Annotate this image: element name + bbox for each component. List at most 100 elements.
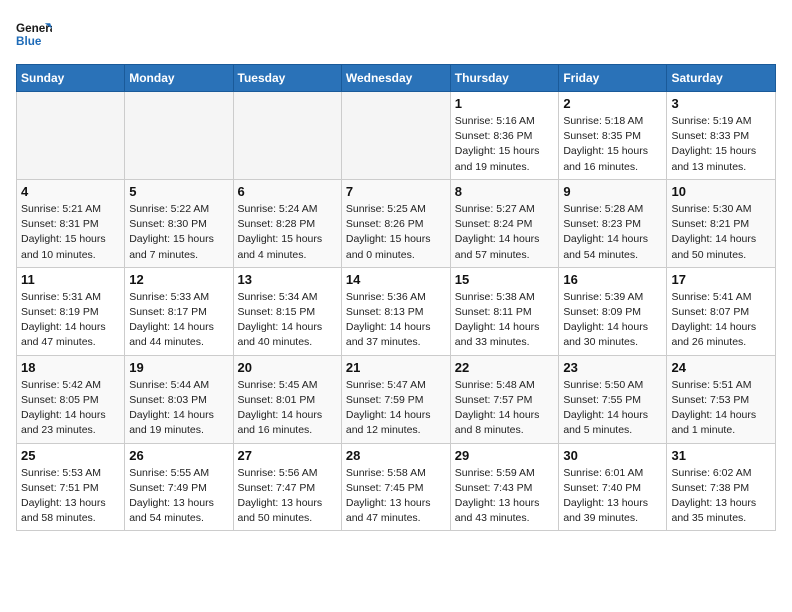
- calendar-cell: 14 Sunrise: 5:36 AMSunset: 8:13 PMDayligh…: [341, 267, 450, 355]
- calendar-cell: [341, 92, 450, 180]
- weekday-header-row: SundayMondayTuesdayWednesdayThursdayFrid…: [17, 65, 776, 92]
- calendar-cell: 5 Sunrise: 5:22 AMSunset: 8:30 PMDaylight…: [125, 179, 233, 267]
- calendar-cell: 8 Sunrise: 5:27 AMSunset: 8:24 PMDaylight…: [450, 179, 559, 267]
- weekday-thursday: Thursday: [450, 65, 559, 92]
- weekday-wednesday: Wednesday: [341, 65, 450, 92]
- page-header: General Blue: [16, 16, 776, 52]
- day-number: 21: [346, 360, 446, 375]
- day-number: 20: [238, 360, 337, 375]
- calendar-cell: 13Sunrise: 5:34 AMSunset: 8:15 PMDayligh…: [233, 267, 341, 355]
- week-row-3: 11 Sunrise: 5:31 AMSunset: 8:19 PMDayligh…: [17, 267, 776, 355]
- calendar-cell: [233, 92, 341, 180]
- day-info: Sunrise: 5:24 AMSunset: 8:28 PMDaylight:…: [238, 202, 337, 263]
- week-row-5: 25Sunrise: 5:53 AMSunset: 7:51 PMDayligh…: [17, 443, 776, 531]
- day-info: Sunrise: 5:30 AMSunset: 8:21 PMDaylight:…: [671, 202, 771, 263]
- day-number: 10: [671, 184, 771, 199]
- calendar-cell: 25Sunrise: 5:53 AMSunset: 7:51 PMDayligh…: [17, 443, 125, 531]
- day-number: 4: [21, 184, 120, 199]
- day-number: 14: [346, 272, 446, 287]
- day-info: Sunrise: 5:27 AMSunset: 8:24 PMDaylight:…: [455, 202, 555, 263]
- day-number: 28: [346, 448, 446, 463]
- calendar-table: SundayMondayTuesdayWednesdayThursdayFrid…: [16, 64, 776, 531]
- day-number: 12: [129, 272, 228, 287]
- day-number: 6: [238, 184, 337, 199]
- day-info: Sunrise: 5:31 AMSunset: 8:19 PMDaylight:…: [21, 290, 120, 351]
- day-info: Sunrise: 5:44 AMSunset: 8:03 PMDaylight:…: [129, 378, 228, 439]
- day-number: 26: [129, 448, 228, 463]
- day-number: 18: [21, 360, 120, 375]
- calendar-cell: 21 Sunrise: 5:47 AMSunset: 7:59 PMDayligh…: [341, 355, 450, 443]
- day-info: Sunrise: 5:19 AMSunset: 8:33 PMDaylight:…: [671, 114, 771, 175]
- weekday-friday: Friday: [559, 65, 667, 92]
- day-number: 3: [671, 96, 771, 111]
- calendar-cell: 16Sunrise: 5:39 AMSunset: 8:09 PMDayligh…: [559, 267, 667, 355]
- calendar-cell: 7 Sunrise: 5:25 AMSunset: 8:26 PMDaylight…: [341, 179, 450, 267]
- day-info: Sunrise: 5:21 AMSunset: 8:31 PMDaylight:…: [21, 202, 120, 263]
- calendar-cell: 11 Sunrise: 5:31 AMSunset: 8:19 PMDayligh…: [17, 267, 125, 355]
- week-row-1: 1 Sunrise: 5:16 AMSunset: 8:36 PMDaylight…: [17, 92, 776, 180]
- day-number: 5: [129, 184, 228, 199]
- calendar-cell: 6 Sunrise: 5:24 AMSunset: 8:28 PMDaylight…: [233, 179, 341, 267]
- calendar-cell: 26 Sunrise: 5:55 AMSunset: 7:49 PMDayligh…: [125, 443, 233, 531]
- day-info: Sunrise: 5:28 AMSunset: 8:23 PMDaylight:…: [563, 202, 662, 263]
- weekday-tuesday: Tuesday: [233, 65, 341, 92]
- day-number: 30: [563, 448, 662, 463]
- day-number: 11: [21, 272, 120, 287]
- week-row-2: 4 Sunrise: 5:21 AMSunset: 8:31 PMDaylight…: [17, 179, 776, 267]
- day-info: Sunrise: 5:34 AMSunset: 8:15 PMDaylight:…: [238, 290, 337, 351]
- svg-text:Blue: Blue: [16, 35, 42, 48]
- day-info: Sunrise: 6:01 AMSunset: 7:40 PMDaylight:…: [563, 466, 662, 527]
- weekday-saturday: Saturday: [667, 65, 776, 92]
- calendar-cell: 30 Sunrise: 6:01 AMSunset: 7:40 PMDayligh…: [559, 443, 667, 531]
- day-info: Sunrise: 5:50 AMSunset: 7:55 PMDaylight:…: [563, 378, 662, 439]
- day-info: Sunrise: 5:41 AMSunset: 8:07 PMDaylight:…: [671, 290, 771, 351]
- day-info: Sunrise: 5:16 AMSunset: 8:36 PMDaylight:…: [455, 114, 555, 175]
- day-info: Sunrise: 5:33 AMSunset: 8:17 PMDaylight:…: [129, 290, 228, 351]
- day-info: Sunrise: 5:55 AMSunset: 7:49 PMDaylight:…: [129, 466, 228, 527]
- logo: General Blue: [16, 16, 52, 52]
- calendar-cell: 20 Sunrise: 5:45 AMSunset: 8:01 PMDayligh…: [233, 355, 341, 443]
- calendar-cell: 29 Sunrise: 5:59 AMSunset: 7:43 PMDayligh…: [450, 443, 559, 531]
- calendar-cell: 15 Sunrise: 5:38 AMSunset: 8:11 PMDayligh…: [450, 267, 559, 355]
- day-info: Sunrise: 5:47 AMSunset: 7:59 PMDaylight:…: [346, 378, 446, 439]
- calendar-cell: 10 Sunrise: 5:30 AMSunset: 8:21 PMDayligh…: [667, 179, 776, 267]
- day-number: 23: [563, 360, 662, 375]
- day-info: Sunrise: 5:45 AMSunset: 8:01 PMDaylight:…: [238, 378, 337, 439]
- calendar-cell: 4 Sunrise: 5:21 AMSunset: 8:31 PMDaylight…: [17, 179, 125, 267]
- day-info: Sunrise: 5:38 AMSunset: 8:11 PMDaylight:…: [455, 290, 555, 351]
- day-number: 7: [346, 184, 446, 199]
- day-info: Sunrise: 5:48 AMSunset: 7:57 PMDaylight:…: [455, 378, 555, 439]
- calendar-cell: 1 Sunrise: 5:16 AMSunset: 8:36 PMDaylight…: [450, 92, 559, 180]
- day-number: 1: [455, 96, 555, 111]
- day-number: 8: [455, 184, 555, 199]
- calendar-cell: 2 Sunrise: 5:18 AMSunset: 8:35 PMDaylight…: [559, 92, 667, 180]
- day-number: 15: [455, 272, 555, 287]
- calendar-cell: 31 Sunrise: 6:02 AMSunset: 7:38 PMDayligh…: [667, 443, 776, 531]
- calendar-cell: 17 Sunrise: 5:41 AMSunset: 8:07 PMDayligh…: [667, 267, 776, 355]
- calendar-cell: 22 Sunrise: 5:48 AMSunset: 7:57 PMDayligh…: [450, 355, 559, 443]
- day-number: 31: [671, 448, 771, 463]
- day-info: Sunrise: 5:25 AMSunset: 8:26 PMDaylight:…: [346, 202, 446, 263]
- day-info: Sunrise: 5:59 AMSunset: 7:43 PMDaylight:…: [455, 466, 555, 527]
- day-info: Sunrise: 5:39 AMSunset: 8:09 PMDaylight:…: [563, 290, 662, 351]
- day-number: 29: [455, 448, 555, 463]
- day-number: 17: [671, 272, 771, 287]
- day-number: 27: [238, 448, 337, 463]
- day-info: Sunrise: 5:18 AMSunset: 8:35 PMDaylight:…: [563, 114, 662, 175]
- week-row-4: 18Sunrise: 5:42 AMSunset: 8:05 PMDayligh…: [17, 355, 776, 443]
- calendar-cell: 27 Sunrise: 5:56 AMSunset: 7:47 PMDayligh…: [233, 443, 341, 531]
- day-number: 22: [455, 360, 555, 375]
- day-number: 2: [563, 96, 662, 111]
- calendar-cell: 9Sunrise: 5:28 AMSunset: 8:23 PMDaylight…: [559, 179, 667, 267]
- day-info: Sunrise: 5:22 AMSunset: 8:30 PMDaylight:…: [129, 202, 228, 263]
- calendar-cell: [125, 92, 233, 180]
- day-number: 24: [671, 360, 771, 375]
- calendar-cell: 19Sunrise: 5:44 AMSunset: 8:03 PMDayligh…: [125, 355, 233, 443]
- day-info: Sunrise: 5:56 AMSunset: 7:47 PMDaylight:…: [238, 466, 337, 527]
- calendar-cell: 23 Sunrise: 5:50 AMSunset: 7:55 PMDayligh…: [559, 355, 667, 443]
- calendar-cell: 24Sunrise: 5:51 AMSunset: 7:53 PMDayligh…: [667, 355, 776, 443]
- calendar-cell: 12 Sunrise: 5:33 AMSunset: 8:17 PMDayligh…: [125, 267, 233, 355]
- day-info: Sunrise: 5:53 AMSunset: 7:51 PMDaylight:…: [21, 466, 120, 527]
- day-info: Sunrise: 6:02 AMSunset: 7:38 PMDaylight:…: [671, 466, 771, 527]
- day-info: Sunrise: 5:36 AMSunset: 8:13 PMDaylight:…: [346, 290, 446, 351]
